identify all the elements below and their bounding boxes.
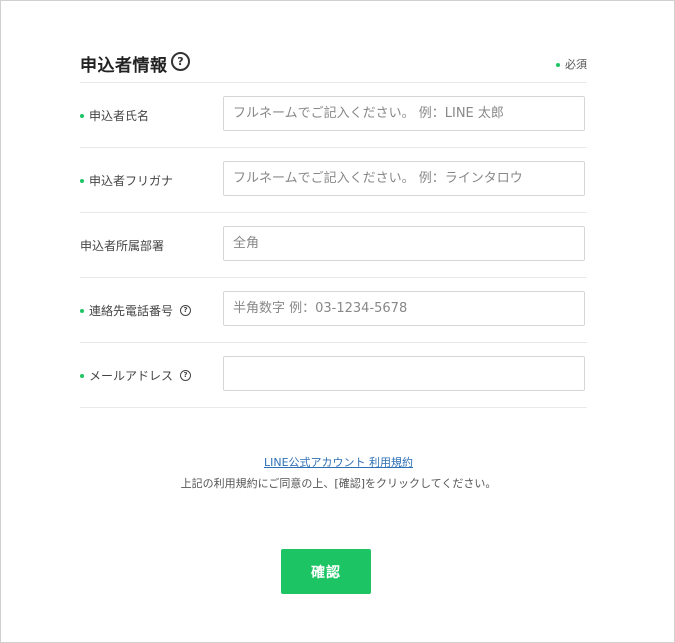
applicant-department-input[interactable] — [223, 226, 585, 261]
field-label: メールアドレス ? — [80, 367, 192, 384]
required-legend-label: 必須 — [565, 58, 587, 71]
field-row-department: 申込者所属部署 — [80, 213, 587, 278]
field-label: 申込者フリガナ — [80, 172, 173, 189]
field-label-text: 申込者所属部署 — [80, 239, 165, 253]
required-dot-icon — [80, 113, 84, 118]
confirm-button[interactable]: 確認 — [281, 549, 371, 594]
field-label-text: 申込者氏名 — [89, 109, 150, 123]
applicant-info-section: 申込者情報 ? 必須 申込者氏名 申込者フリガナ 申込者所属部署 — [80, 35, 587, 408]
required-dot-icon — [80, 308, 84, 313]
field-label: 申込者所属部署 — [80, 237, 164, 254]
field-label: 申込者氏名 — [80, 107, 149, 124]
page-frame: 申込者情報 ? 必須 申込者氏名 申込者フリガナ 申込者所属部署 — [0, 0, 675, 643]
required-dot-icon — [80, 178, 84, 183]
field-row-name: 申込者氏名 — [80, 83, 587, 148]
terms-block: LINE公式アカウント 利用規約 上記の利用規約にご同意の上、[確認]をクリック… — [1, 451, 675, 491]
field-label-text: メールアドレス — [89, 369, 174, 383]
field-label-text: 連絡先電話番号 — [89, 304, 174, 318]
field-row-email: メールアドレス ? — [80, 343, 587, 408]
help-icon[interactable]: ? — [171, 52, 190, 71]
terms-of-use-link[interactable]: LINE公式アカウント 利用規約 — [264, 456, 413, 469]
required-legend: 必須 — [556, 56, 587, 72]
applicant-furigana-input[interactable] — [223, 161, 585, 196]
required-dot-icon — [556, 63, 560, 67]
field-label-text: 申込者フリガナ — [89, 174, 174, 188]
field-row-furigana: 申込者フリガナ — [80, 148, 587, 213]
help-icon[interactable]: ? — [180, 305, 192, 316]
terms-note: 上記の利用規約にご同意の上、[確認]をクリックしてください。 — [180, 477, 497, 490]
section-title: 申込者情報 — [80, 56, 168, 76]
applicant-name-input[interactable] — [223, 96, 585, 131]
required-dot-icon — [80, 373, 84, 378]
phone-number-input[interactable] — [223, 291, 585, 326]
help-icon[interactable]: ? — [180, 370, 192, 381]
section-header: 申込者情報 ? 必須 — [80, 35, 587, 83]
field-row-phone: 連絡先電話番号 ? — [80, 278, 587, 343]
field-label: 連絡先電話番号 ? — [80, 302, 192, 319]
email-input[interactable] — [223, 356, 585, 391]
